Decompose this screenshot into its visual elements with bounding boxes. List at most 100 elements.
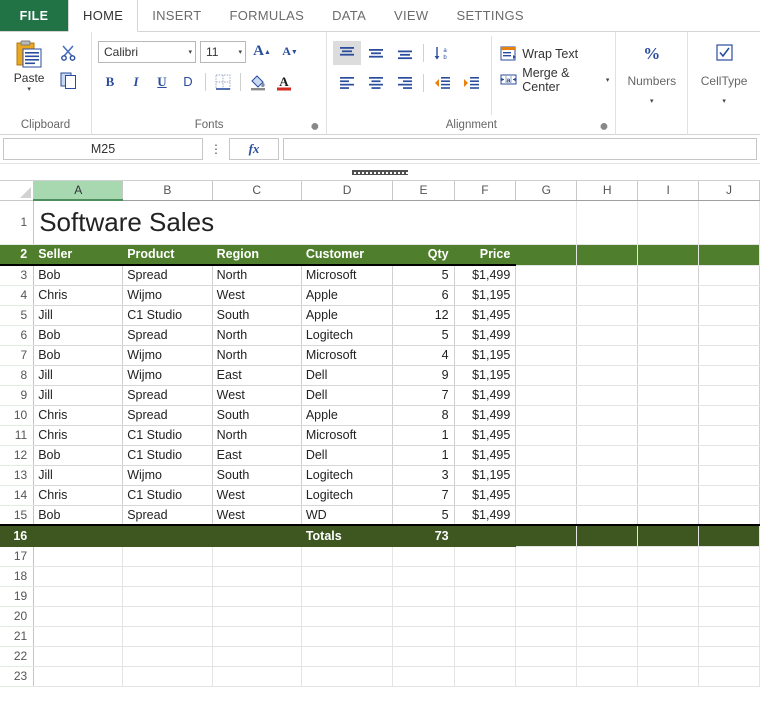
grid-cell[interactable]: Apple	[301, 285, 394, 306]
grid-cell[interactable]: Apple	[301, 405, 394, 426]
table-header-cell[interactable]: Price	[454, 244, 517, 266]
grid-cell[interactable]: North	[212, 345, 302, 366]
grid-cell-empty[interactable]	[576, 485, 639, 506]
grid-cell[interactable]: 6	[392, 285, 455, 306]
grid-cell[interactable]: C1 Studio	[122, 445, 213, 466]
grid-cell[interactable]: Spread	[122, 505, 213, 526]
merge-center-dropdown-caret[interactable]: ▾	[606, 77, 610, 84]
grid-cell-empty[interactable]	[637, 646, 700, 667]
sort-button[interactable]: a b	[428, 41, 456, 65]
copy-icon[interactable]	[60, 71, 78, 89]
grid-cell-empty[interactable]	[301, 566, 394, 587]
grid-cell-empty[interactable]	[515, 365, 578, 386]
grid-cell[interactable]: North	[212, 425, 302, 446]
paste-button[interactable]: Paste ▾	[6, 36, 52, 115]
grid-cell[interactable]: Dell	[301, 365, 394, 386]
row-header-5[interactable]: 5	[0, 305, 35, 326]
grid-cell-empty[interactable]	[33, 666, 124, 687]
shrink-font-button[interactable]: A ▼	[278, 40, 302, 63]
grid-cell-empty[interactable]	[515, 666, 578, 687]
align-top-button[interactable]	[333, 41, 362, 65]
font-size-select[interactable]: 11 ▾	[200, 40, 246, 63]
grid-cell-empty[interactable]	[212, 586, 302, 607]
grid-cell-empty[interactable]	[637, 445, 700, 466]
grid-cell-empty[interactable]	[212, 606, 302, 627]
grid-cell-empty[interactable]	[392, 606, 455, 627]
align-middle-button[interactable]	[362, 41, 390, 65]
align-right-button[interactable]	[391, 71, 419, 95]
grid-cell[interactable]: North	[212, 325, 302, 346]
grid-cell-empty[interactable]	[301, 606, 394, 627]
grid-cell-empty[interactable]	[637, 305, 700, 326]
grid-cell[interactable]: 7	[392, 385, 455, 406]
grid-cell[interactable]: C1 Studio	[122, 425, 213, 446]
resize-grip-handle[interactable]	[352, 169, 408, 175]
grid-cell-empty[interactable]	[637, 425, 700, 446]
grid-cell-empty[interactable]	[698, 586, 760, 607]
tab-home[interactable]: HOME	[68, 0, 139, 32]
grid-cell-empty[interactable]	[454, 586, 517, 607]
grid-cell[interactable]: Bob	[33, 505, 124, 526]
grid-cell-empty[interactable]	[515, 200, 578, 245]
grid-cell-empty[interactable]	[392, 646, 455, 667]
grid-cell-empty[interactable]	[515, 345, 578, 366]
grid-cell-empty[interactable]	[576, 405, 639, 426]
grid-cell-empty[interactable]	[576, 606, 639, 627]
row-header-18[interactable]: 18	[0, 566, 35, 587]
grid-cell-empty[interactable]	[212, 546, 302, 567]
grid-cell-empty[interactable]	[122, 606, 213, 627]
column-header-e[interactable]: E	[392, 181, 455, 201]
grid-cell-empty[interactable]	[454, 566, 517, 587]
grid-cell[interactable]: 3	[392, 465, 455, 486]
grid-cell[interactable]: West	[212, 485, 302, 506]
grid-cell-empty[interactable]	[515, 546, 578, 567]
align-bottom-button[interactable]	[391, 41, 419, 65]
row-header-17[interactable]: 17	[0, 546, 35, 567]
row-header-23[interactable]: 23	[0, 666, 35, 687]
grid-cell-empty[interactable]	[637, 465, 700, 486]
grid-cell-empty[interactable]	[698, 325, 760, 346]
row-header-19[interactable]: 19	[0, 586, 35, 607]
grid-cell-empty[interactable]	[698, 524, 760, 547]
formula-input[interactable]	[283, 138, 757, 160]
cut-scissors-icon[interactable]	[60, 44, 77, 61]
grid-cell-empty[interactable]	[392, 586, 455, 607]
grid-cell-empty[interactable]	[392, 666, 455, 687]
grid-cell-empty[interactable]	[392, 626, 455, 647]
grid-cell-empty[interactable]	[576, 425, 639, 446]
grid-cell-empty[interactable]	[637, 626, 700, 647]
fonts-dialog-launcher-icon[interactable]: ⯃	[311, 122, 321, 132]
grid-cell[interactable]: Chris	[33, 485, 124, 506]
grid-cell[interactable]: Wijmo	[122, 285, 213, 306]
grid-cell-empty[interactable]	[698, 546, 760, 567]
grid-cell-empty[interactable]	[515, 285, 578, 306]
grid-cell-empty[interactable]	[576, 385, 639, 406]
grid-cell[interactable]: North	[212, 265, 302, 286]
grid-cell-empty[interactable]	[212, 666, 302, 687]
underline-button[interactable]: U	[150, 70, 174, 93]
wrap-text-button[interactable]: Wrap Text	[500, 41, 609, 67]
column-header-i[interactable]: I	[637, 181, 700, 201]
grid-cell-empty[interactable]	[576, 265, 639, 286]
grid-cell[interactable]: Apple	[301, 305, 394, 326]
grid-cell[interactable]: $1,495	[454, 445, 517, 466]
grid-cell-empty[interactable]	[698, 244, 760, 266]
grid-cell[interactable]: South	[212, 405, 302, 426]
grid-cell-empty[interactable]	[122, 566, 213, 587]
grid-cell[interactable]: Wijmo	[122, 365, 213, 386]
column-header-j[interactable]: J	[698, 181, 760, 201]
grid-cell-empty[interactable]	[515, 405, 578, 426]
grid-cell-empty[interactable]	[515, 425, 578, 446]
grid-cell-empty[interactable]	[392, 566, 455, 587]
tab-settings[interactable]: SETTINGS	[442, 0, 537, 31]
grid-cell[interactable]: Spread	[122, 405, 213, 426]
row-header-22[interactable]: 22	[0, 646, 35, 667]
grid-cell[interactable]: $1,499	[454, 505, 517, 526]
grid-cell-empty[interactable]	[454, 666, 517, 687]
title-cell[interactable]: Software Sales	[33, 200, 516, 245]
row-header-16[interactable]: 16	[0, 524, 35, 547]
italic-button[interactable]: I	[124, 70, 148, 93]
row-header-3[interactable]: 3	[0, 265, 35, 286]
grid-cell[interactable]: Bob	[33, 325, 124, 346]
grid-cell[interactable]: South	[212, 305, 302, 326]
